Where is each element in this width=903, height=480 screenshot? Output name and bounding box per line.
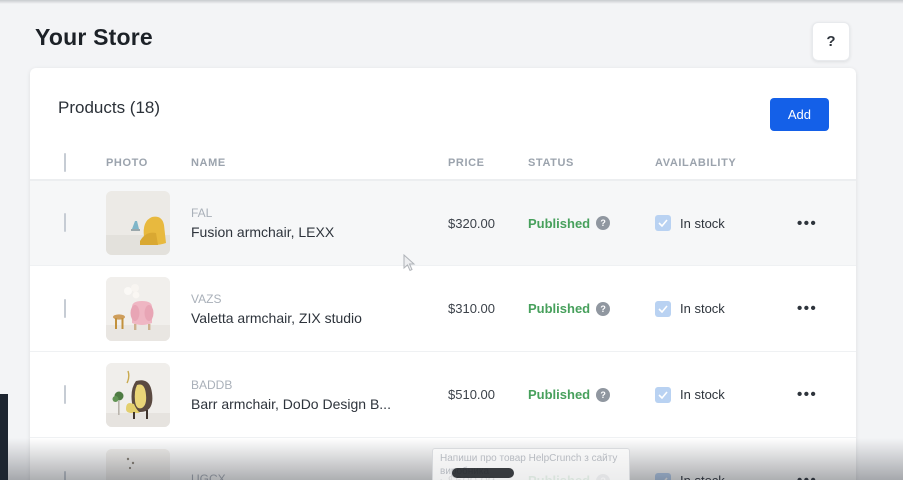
product-sku: FAL [191, 206, 448, 220]
availability-cell: In stock [655, 473, 785, 480]
product-sku: VAZS [191, 292, 448, 306]
row-checkbox[interactable] [64, 299, 66, 318]
add-product-button[interactable]: Add [770, 98, 829, 131]
check-icon [658, 305, 668, 313]
table-header-row: PHOTO NAME PRICE STATUS AVAILABILITY [30, 146, 856, 180]
column-header-photo: PHOTO [106, 157, 191, 169]
product-sku: UGCX [191, 472, 448, 480]
product-sku: BADDB [191, 378, 448, 392]
page-title: Your Store [35, 24, 153, 51]
column-header-price: PRICE [448, 157, 528, 169]
select-all-checkbox[interactable] [64, 153, 66, 172]
products-heading: Products (18) [58, 98, 160, 117]
video-left-edge-artifact [0, 394, 8, 480]
column-header-availability: AVAILABILITY [655, 157, 785, 169]
status-label: Published [528, 301, 590, 316]
column-header-status: STATUS [528, 157, 655, 169]
row-checkbox[interactable] [64, 213, 66, 232]
in-stock-checkbox[interactable] [655, 215, 671, 231]
in-stock-checkbox[interactable] [655, 473, 671, 480]
row-checkbox[interactable] [64, 385, 66, 404]
availability-label: In stock [680, 387, 725, 402]
product-name: Fusion armchair, LEXX [191, 224, 448, 240]
product-photo-green-armchair [106, 449, 170, 480]
status-help-icon[interactable]: ? [596, 216, 610, 230]
status-help-icon[interactable]: ? [596, 302, 610, 316]
help-button[interactable]: ? [812, 22, 850, 61]
products-card-header: Products (18) Add [30, 68, 856, 146]
status-label: Published [528, 387, 590, 402]
product-price: $510.00 [448, 387, 528, 402]
availability-cell: In stock [655, 387, 785, 403]
availability-cell: In stock [655, 301, 785, 317]
status-help-icon[interactable]: ? [596, 474, 610, 480]
check-icon [658, 477, 668, 480]
product-price: $600.00 [448, 473, 528, 480]
product-photo-yellow-armchair [106, 191, 170, 255]
row-menu-button[interactable]: ••• [785, 386, 817, 403]
table-row: FAL Fusion armchair, LEXX $320.00 Publis… [30, 180, 856, 266]
status-cell: Published ? [528, 473, 655, 480]
check-icon [658, 391, 668, 399]
row-menu-button[interactable]: ••• [785, 300, 817, 317]
status-cell: Published ? [528, 387, 655, 402]
status-label: Published [528, 473, 590, 480]
column-header-name: NAME [191, 157, 448, 169]
status-cell: Published ? [528, 216, 655, 231]
availability-label: In stock [680, 301, 725, 316]
row-checkbox[interactable] [64, 471, 66, 480]
status-label: Published [528, 216, 590, 231]
row-menu-button[interactable]: ••• [785, 472, 817, 480]
availability-cell: In stock [655, 215, 785, 231]
table-row: UGCX $600.00 Published ? In stock ••• [30, 438, 856, 480]
help-icon: ? [826, 33, 835, 50]
product-price: $320.00 [448, 216, 528, 231]
row-menu-button[interactable]: ••• [785, 215, 817, 232]
product-name: Barr armchair, DoDo Design B... [191, 396, 448, 412]
availability-label: In stock [680, 216, 725, 231]
table-row: BADDB Barr armchair, DoDo Design B... $5… [30, 352, 856, 438]
product-name: Valetta armchair, ZIX studio [191, 310, 448, 326]
products-card: Products (18) Add PHOTO NAME PRICE STATU… [30, 68, 856, 480]
in-stock-checkbox[interactable] [655, 301, 671, 317]
product-price: $310.00 [448, 301, 528, 316]
in-stock-checkbox[interactable] [655, 387, 671, 403]
product-photo-brown-armchair [106, 363, 170, 427]
availability-label: In stock [680, 473, 725, 480]
product-photo-pink-armchair [106, 277, 170, 341]
check-icon [658, 219, 668, 227]
status-cell: Published ? [528, 301, 655, 316]
page-header: Your Store [35, 24, 153, 51]
table-row: VAZS Valetta armchair, ZIX studio $310.0… [30, 266, 856, 352]
video-top-edge-artifact [0, 0, 903, 4]
status-help-icon[interactable]: ? [596, 388, 610, 402]
